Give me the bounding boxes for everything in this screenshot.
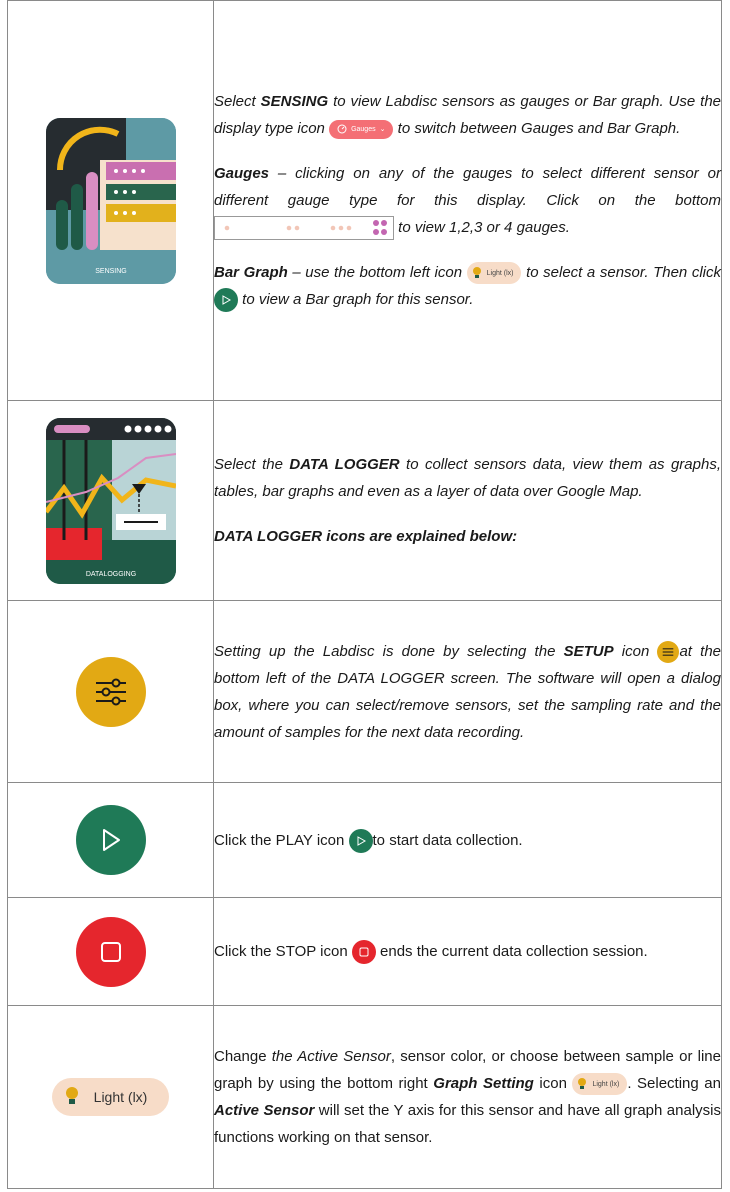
stop-paragraph: Click the STOP icon ends the current dat…: [214, 938, 721, 965]
lightbulb-icon: [65, 1087, 78, 1104]
setup-button-small[interactable]: [657, 640, 680, 663]
row-sensing: SENSING Select SENSING to view Labdisc s…: [7, 0, 722, 401]
gauge-count-dots-icon: [224, 220, 387, 236]
text-span: to start data collection.: [372, 831, 523, 849]
play-icon: [102, 829, 120, 851]
graph-setting-paragraph: Change the Active Sensor, sensor color, …: [214, 1043, 721, 1151]
sensing-icon-cell: SENSING: [7, 0, 214, 401]
text-span: to view 1,2,3 or 4 gauges.: [394, 219, 570, 236]
instructions-table: SENSING Select SENSING to view Labdisc s…: [7, 0, 722, 1189]
graph-setting-text: Change the Active Sensor, sensor color, …: [213, 1005, 722, 1189]
gauges-button-label: Gauges: [351, 125, 376, 133]
play-icon: [222, 295, 232, 305]
setup-keyword: SETUP: [563, 642, 614, 660]
text-span: ends the current data collection session…: [375, 943, 648, 960]
play-icon-cell: [7, 782, 214, 898]
row-play: Click the PLAY icon to start data collec…: [7, 782, 722, 898]
text-span: Select the: [214, 456, 290, 473]
play-button-small[interactable]: [348, 828, 373, 853]
bar-graph-keyword: Bar Graph: [214, 264, 288, 281]
text-span: to select a sensor. Then click: [521, 264, 722, 281]
light-button-label: Light (lx): [592, 1080, 620, 1088]
sensing-paragraph-3: Bar Graph – use the bottom left icon Lig…: [214, 259, 721, 313]
text-span: Select: [214, 93, 261, 110]
light-button-label: Light (lx): [93, 1089, 148, 1105]
datalogger-icon-cell: DATALOGGING: [7, 400, 214, 601]
sliders-icon: [95, 678, 126, 705]
play-button[interactable]: [214, 288, 238, 313]
text-span: icon: [533, 1075, 573, 1092]
setup-text: Setting up the Labdisc is done by select…: [213, 600, 722, 783]
text-span: Click the PLAY icon: [214, 831, 349, 849]
text-span: – use the bottom left icon: [287, 264, 467, 281]
row-datalogger: DATALOGGING Select the DATA LOGGER to co…: [7, 400, 722, 601]
play-button-large[interactable]: [75, 805, 146, 875]
setup-icon-cell: [7, 600, 214, 783]
stop-button-small[interactable]: [351, 940, 376, 965]
text-span: icon: [613, 642, 658, 660]
datalogging-tile-icon: DATALOGGING: [45, 417, 176, 584]
sensing-tile-icon: SENSING: [45, 117, 176, 284]
row-graph-setting: Light (lx) Change the Active Sensor, sen…: [7, 1005, 722, 1189]
play-text: Click the PLAY icon to start data collec…: [213, 782, 722, 898]
datalogger-text: Select the DATA LOGGER to collect sensor…: [213, 400, 722, 601]
play-icon: [357, 835, 366, 846]
sliders-icon: [663, 647, 674, 656]
lightbulb-icon: [472, 267, 481, 279]
text-span: to view a Bar graph for this sensor.: [238, 291, 474, 308]
datalogger-paragraph-1: Select the DATA LOGGER to collect sensor…: [214, 451, 721, 505]
chevron-down-icon: ⌄: [379, 125, 386, 133]
stop-icon-cell: [7, 897, 214, 1006]
light-sensor-button-small[interactable]: Light (lx): [572, 1073, 628, 1096]
text-span: . Selecting an: [627, 1075, 721, 1092]
light-sensor-button[interactable]: Light (lx): [466, 262, 522, 285]
sensing-text: Select SENSING to view Labdisc sensors a…: [213, 0, 722, 401]
sensing-tile-caption: SENSING: [95, 268, 127, 275]
text-span: Setting up the Labdisc is done by select…: [214, 642, 564, 660]
text-span: – clicking on any of the gauges to selec…: [214, 165, 721, 209]
light-button-label: Light (lx): [486, 269, 514, 277]
text-span: Click the STOP icon: [214, 943, 352, 960]
light-sensor-button-large[interactable]: Light (lx): [51, 1078, 170, 1116]
sensing-paragraph-1: Select SENSING to view Labdisc sensors a…: [214, 88, 721, 142]
sensing-paragraph-2: Gauges – clicking on any of the gauges t…: [214, 160, 721, 241]
text-span: Change: [214, 1048, 272, 1065]
lightbulb-icon: [578, 1078, 587, 1090]
gauges-keyword: Gauges: [214, 165, 270, 182]
stop-icon: [100, 941, 121, 962]
active-sensor-phrase: the Active Sensor: [271, 1048, 391, 1065]
setup-paragraph: Setting up the Labdisc is done by select…: [214, 638, 721, 746]
stop-button-large[interactable]: [75, 916, 146, 987]
text-span: to switch between Gauges and Bar Graph.: [393, 120, 681, 137]
datalogger-paragraph-2: DATA LOGGER icons are explained below:: [214, 528, 518, 545]
row-stop: Click the STOP icon ends the current dat…: [7, 897, 722, 1006]
gauge-icon: [337, 124, 347, 134]
gauge-count-selector[interactable]: [214, 216, 394, 241]
play-paragraph: Click the PLAY icon to start data collec…: [214, 827, 721, 854]
stop-text: Click the STOP icon ends the current dat…: [213, 897, 722, 1006]
sensing-keyword: SENSING: [260, 93, 329, 110]
graph-setting-icon-cell: Light (lx): [7, 1005, 214, 1189]
active-sensor-keyword: Active Sensor: [214, 1102, 315, 1119]
datalogging-tile-caption: DATALOGGING: [85, 571, 135, 578]
row-setup: Setting up the Labdisc is done by select…: [7, 600, 722, 783]
gauges-display-type-button[interactable]: Gauges ⌄: [329, 119, 394, 139]
stop-icon: [359, 947, 369, 957]
datalogger-keyword: DATA LOGGER: [289, 456, 400, 473]
graph-setting-keyword: Graph Setting: [433, 1075, 534, 1092]
setup-button-large[interactable]: [75, 656, 146, 727]
